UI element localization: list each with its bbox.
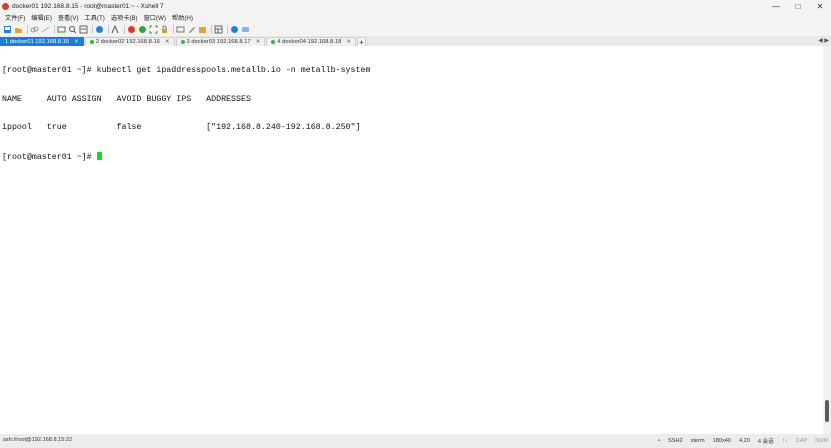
- toolbar-divider: [54, 24, 55, 34]
- search-icon[interactable]: [68, 25, 77, 34]
- terminal-prompt: [root@master01 ~]#: [2, 152, 97, 162]
- terminal-type: xterm: [690, 438, 705, 444]
- new-tab-icon[interactable]: [57, 25, 66, 34]
- num-lock-indicator: NUM: [815, 438, 828, 444]
- terminal-line: NAME AUTO ASSIGN AVOID BUGGY IPS ADDRESS…: [2, 94, 251, 104]
- status-info: ▪ SSH2 xterm 180x40 4,20 4 会话 ↑↓ CAP NUM: [658, 437, 828, 445]
- tab-label: 2 docker02 192.168.8.16: [95, 39, 160, 45]
- terminal-line: [root@master01 ~]# kubectl get ipaddress…: [2, 66, 371, 75]
- menu-tools[interactable]: 工具(T): [85, 13, 105, 22]
- connected-status-icon: [271, 40, 276, 44]
- tab-docker04[interactable]: 4 docker04 192.168.8.18 ✕: [266, 37, 356, 46]
- link-icon[interactable]: [30, 25, 39, 34]
- xshell-app-icon[interactable]: [2, 2, 9, 10]
- maximize-button[interactable]: □: [787, 0, 809, 12]
- toolbar-divider: [227, 24, 228, 34]
- lock-status-icon: ▪: [657, 438, 661, 444]
- title-bar: docker01 192.168.8.15 - root@master01:~ …: [0, 0, 831, 12]
- menu-window[interactable]: 窗口(W): [144, 13, 166, 22]
- transfer-icon[interactable]: ↑↓: [782, 438, 788, 444]
- menu-view[interactable]: 查看(V): [58, 13, 79, 22]
- compose-icon[interactable]: [187, 25, 196, 34]
- close-tab-icon[interactable]: ✕: [256, 39, 261, 45]
- window-title: docker01 192.168.8.15 - root@master01:~ …: [12, 2, 164, 10]
- font-icon[interactable]: [111, 24, 120, 34]
- tab-label: 4 docker04 192.168.8.18: [277, 39, 342, 45]
- xagent-icon[interactable]: [138, 25, 147, 34]
- tab-label: 1 docker01 192.168.8.15: [5, 39, 70, 45]
- close-button[interactable]: ✕: [809, 0, 831, 12]
- window-controls: — □ ✕: [765, 0, 831, 12]
- scrollbar-thumb[interactable]: [825, 400, 829, 422]
- tab-docker02[interactable]: 2 docker02 192.168.8.16 ✕: [84, 37, 175, 46]
- toolbar-divider: [108, 24, 109, 34]
- connection-address: ssh://root@192.168.8.15:22: [3, 437, 73, 443]
- toolbar-divider: [124, 24, 125, 34]
- help-icon[interactable]: [230, 25, 239, 34]
- menu-tab[interactable]: 选项卡(B): [111, 13, 138, 22]
- caps-lock-indicator: CAP: [795, 438, 808, 444]
- close-tab-icon[interactable]: ✕: [74, 39, 79, 45]
- close-tab-icon[interactable]: ✕: [165, 39, 170, 45]
- fullscreen-icon[interactable]: [149, 25, 158, 34]
- disconnect-icon[interactable]: [41, 25, 50, 34]
- menu-bar: 文件(F) 编辑(E) 查看(V) 工具(T) 选项卡(B) 窗口(W) 帮助(…: [0, 12, 831, 22]
- lock-icon[interactable]: [160, 25, 169, 34]
- keyboard-icon[interactable]: [176, 25, 185, 34]
- protocol-label: SSH2: [668, 438, 683, 444]
- toolbar-divider: [27, 24, 28, 34]
- tab-docker03[interactable]: 3 docker03 192.168.8.17 ✕: [175, 37, 266, 46]
- terminal-cursor: [96, 151, 102, 160]
- script-icon[interactable]: [198, 25, 207, 34]
- menu-file[interactable]: 文件(F): [5, 13, 25, 22]
- session-tab-bar: 1 docker01 192.168.8.15 ✕ 2 docker02 192…: [0, 36, 831, 47]
- xftp-icon[interactable]: [127, 25, 136, 34]
- terminal-size: 180x40: [712, 438, 731, 444]
- terminal-prompt-line: [root@master01 ~]#: [2, 151, 821, 162]
- menu-help[interactable]: 帮助(H): [172, 13, 193, 22]
- minimize-button[interactable]: —: [765, 0, 787, 12]
- menu-edit[interactable]: 编辑(E): [31, 13, 52, 22]
- add-tab-button[interactable]: +: [357, 37, 366, 47]
- terminal-scrollbar[interactable]: [823, 46, 831, 434]
- session-count: 4 会话: [757, 439, 774, 445]
- terminal-output[interactable]: [root@master01 ~]# kubectl get ipaddress…: [0, 46, 823, 434]
- connected-status-icon: [89, 40, 94, 44]
- chat-icon[interactable]: [241, 25, 250, 34]
- toolbar-divider: [211, 24, 212, 34]
- toolbar: [0, 22, 831, 36]
- properties-icon[interactable]: [79, 25, 88, 34]
- toolbar-divider: [173, 24, 174, 34]
- connected-status-icon: [180, 40, 185, 44]
- tab-label: 3 docker03 192.168.8.17: [186, 39, 251, 45]
- terminal-line: ippool true false ["192.168.8.240-192.16…: [2, 123, 361, 132]
- tab-docker01[interactable]: 1 docker01 192.168.8.15 ✕: [0, 37, 84, 46]
- new-session-icon[interactable]: [3, 25, 12, 34]
- tab-scroll-arrows[interactable]: ◀ ▶: [818, 37, 829, 44]
- open-folder-icon[interactable]: [14, 25, 23, 34]
- close-tab-icon[interactable]: ✕: [346, 39, 351, 45]
- cursor-position: 4,20: [738, 438, 750, 444]
- status-bar: ssh://root@192.168.8.15:22 ▪ SSH2 xterm …: [0, 434, 831, 448]
- layout-icon[interactable]: [214, 25, 223, 34]
- globe-icon[interactable]: [95, 25, 104, 34]
- toolbar-divider: [92, 24, 93, 34]
